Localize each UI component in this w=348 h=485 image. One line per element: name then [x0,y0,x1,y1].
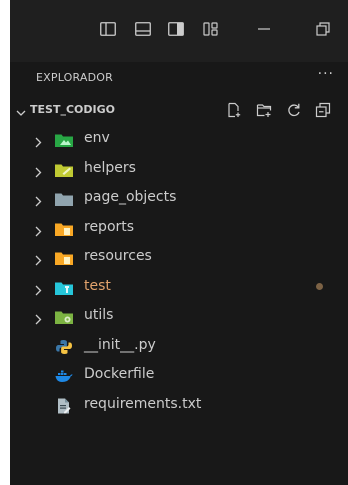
tree-item-label: test [84,278,111,294]
tree-item-dockerfile[interactable]: Dockerfile [10,360,348,389]
docker-icon [55,368,73,382]
tree-item-label: Dockerfile [84,366,155,382]
title-bar [10,0,348,62]
toggle-panel-icon[interactable] [135,22,151,36]
chevron-down-icon[interactable] [16,103,26,122]
workspace-name: TEST_CODIGO [30,103,115,116]
modified-indicator [316,283,323,290]
chevron-right-icon[interactable] [34,310,42,329]
minimize-icon[interactable] [256,22,272,36]
folder-utils-icon [55,309,73,324]
chevron-right-icon[interactable] [34,192,42,211]
tree-item-env[interactable]: env [10,124,348,153]
python-icon [55,339,73,354]
workspace-folder-header[interactable]: TEST_CODIGO [10,98,348,122]
more-actions-icon[interactable]: ··· [318,66,334,82]
tree-item-label: page_objects [84,189,177,205]
tree-item-page-objects[interactable]: page_objects [10,183,348,212]
vscode-window: EXPLORADOR ··· TEST_CODIGO env helpers p… [10,0,348,485]
chevron-right-icon[interactable] [34,133,42,152]
folder-icon [55,191,73,206]
collapse-all-icon[interactable] [315,102,331,118]
chevron-right-icon[interactable] [34,281,42,300]
tree-item-label: reports [84,219,135,235]
toggle-secondary-sidebar-icon[interactable] [168,22,184,36]
folder-env-icon [55,132,73,147]
text-file-icon [55,398,73,414]
folder-reports-icon [55,221,73,236]
tree-item-label: __init__.py [84,337,156,353]
new-file-icon[interactable] [226,102,242,118]
toggle-sidebar-icon[interactable] [100,22,116,36]
explorer-header: EXPLORADOR ··· [10,62,348,94]
tree-item-helpers[interactable]: helpers [10,154,348,183]
tree-item-requirements-txt[interactable]: requirements.txt [10,390,348,419]
tree-item-resources[interactable]: resources [10,242,348,271]
explorer-title: EXPLORADOR [36,71,114,84]
tree-item-init-py[interactable]: __init__.py [10,331,348,360]
tree-item-label: resources [84,248,152,264]
new-folder-icon[interactable] [256,102,272,118]
folder-resources-icon [55,250,73,265]
tree-item-label: utils [84,307,114,323]
chevron-right-icon[interactable] [34,251,42,270]
restore-icon[interactable] [315,22,331,36]
tree-item-label: requirements.txt [84,396,202,412]
folder-test-icon [55,280,73,295]
tree-item-utils[interactable]: utils [10,301,348,330]
tree-item-label: env [84,130,110,146]
chevron-right-icon[interactable] [34,163,42,182]
chevron-right-icon[interactable] [34,222,42,241]
tree-item-label: helpers [84,160,136,176]
folder-helper-icon [55,162,73,177]
customize-layout-icon[interactable] [203,22,219,36]
tree-item-test[interactable]: test [10,272,348,301]
refresh-icon[interactable] [286,102,302,118]
tree-item-reports[interactable]: reports [10,213,348,242]
